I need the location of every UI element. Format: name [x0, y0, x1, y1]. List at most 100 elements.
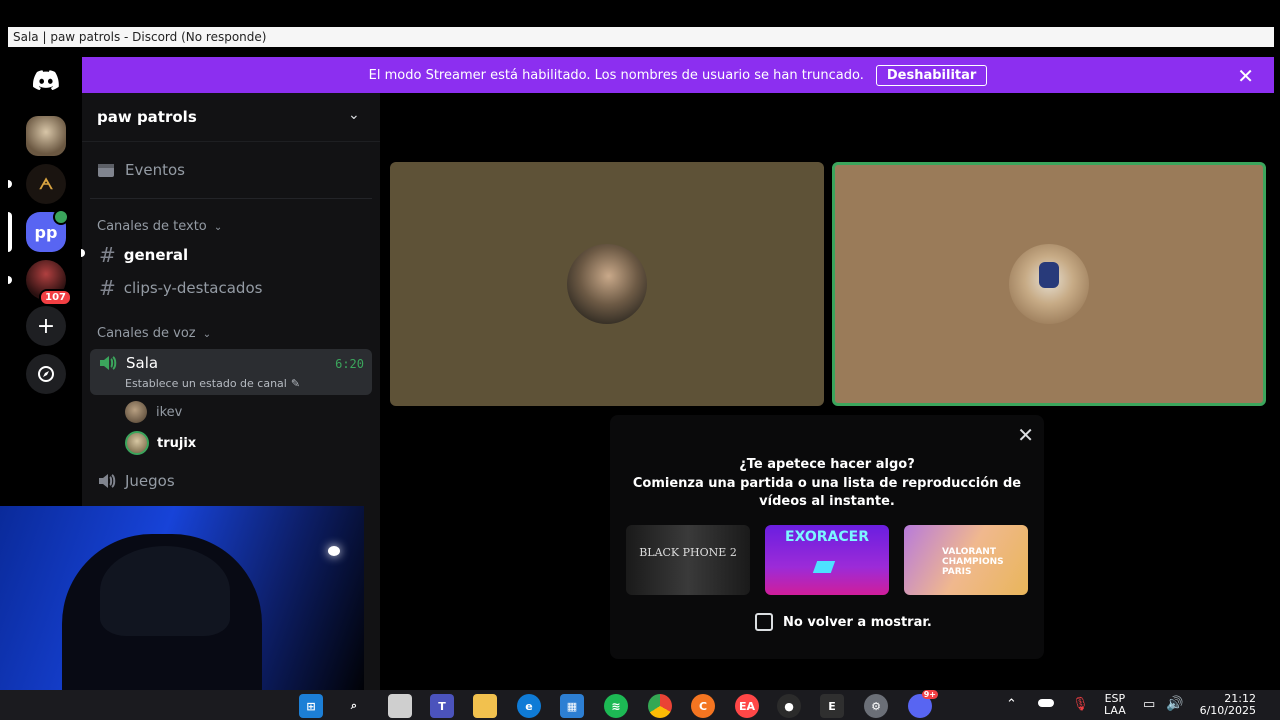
participant-tile-speaking[interactable] [832, 162, 1266, 406]
pencil-icon: ✎ [290, 377, 301, 390]
server-initials: pp [34, 222, 58, 242]
events-label: Eventos [125, 161, 185, 179]
checkbox[interactable] [755, 613, 773, 631]
channel-general[interactable]: # general [99, 243, 188, 267]
server-icon-red[interactable]: 107 [26, 260, 72, 306]
chevron-down-icon: ⌄ [202, 329, 212, 340]
edge-icon[interactable]: e [517, 694, 541, 718]
avatar [125, 431, 149, 455]
file-explorer-icon[interactable] [473, 694, 497, 718]
store-icon[interactable]: ▦ [560, 694, 584, 718]
events-item[interactable]: Eventos [97, 161, 185, 179]
discord-taskbar-icon[interactable]: 9+ [908, 690, 938, 718]
plus-icon: + [36, 313, 56, 339]
lang-sub-label: LAA [1104, 704, 1126, 717]
microphone-icon[interactable]: 🎙 [1072, 697, 1089, 712]
mention-badge: 107 [39, 289, 72, 306]
search-icon[interactable]: ⌕ [342, 694, 366, 718]
game-black-phone[interactable]: BLACK PHONE 2 [626, 525, 750, 595]
channel-clips[interactable]: # clips-y-destacados [99, 276, 262, 300]
spotify-icon[interactable]: ≋ [604, 694, 628, 718]
voice-channel-juegos[interactable]: Juegos [97, 472, 175, 490]
unread-pill [8, 180, 12, 188]
gold-emblem-icon: ᗅ [38, 175, 54, 193]
chevron-up-icon[interactable]: ⌃ [1006, 697, 1017, 712]
server-icon-paw-patrols[interactable]: pp [26, 209, 69, 252]
channel-label: clips-y-destacados [123, 279, 263, 297]
server-icon-avatar[interactable] [26, 116, 66, 156]
voice-timer: 6:20 [335, 357, 364, 371]
voice-channel-sala[interactable]: Sala 6:20 Establece un estado de canal ✎ [90, 349, 372, 395]
voice-category-label: Canales de voz [97, 326, 196, 341]
start-icon[interactable]: ⊞ [299, 694, 323, 718]
speaker-icon [99, 474, 116, 488]
participant-tile[interactable] [390, 162, 824, 406]
unread-pill-2 [8, 276, 12, 284]
voice-user[interactable]: trujix [125, 431, 196, 455]
hash-icon: # [99, 243, 116, 267]
language-indicator[interactable]: ESP LAA [1104, 693, 1126, 717]
epic-games-icon[interactable]: E [820, 694, 844, 718]
text-category[interactable]: Canales de texto ⌄ [97, 219, 222, 234]
activity-prompt: ✕ ¿Te apetece hacer algo? Comienza una p… [610, 415, 1044, 659]
channel-label: general [123, 246, 189, 264]
avatar [125, 401, 147, 423]
clock[interactable]: 21:12 6/10/2025 [1198, 693, 1256, 717]
voice-user[interactable]: ikev [125, 401, 182, 423]
text-category-label: Canales de texto [97, 219, 207, 234]
game-exoracer[interactable]: EXORACER [765, 525, 889, 595]
settings-icon[interactable]: ⚙ [864, 694, 888, 718]
activity-body: Comienza una partida o una lista de repr… [632, 476, 1022, 509]
car-shape [812, 561, 836, 573]
server-name[interactable]: paw patrols [97, 108, 197, 126]
divider [82, 141, 380, 142]
discord-logo-icon [33, 70, 59, 90]
date-label: 6/10/2025 [1199, 704, 1256, 717]
chevron-down-icon: ⌄ [213, 222, 223, 233]
close-banner-icon[interactable]: ✕ [1237, 64, 1254, 88]
server-icon-gold[interactable]: ᗅ [26, 164, 66, 204]
chrome-icon[interactable] [648, 694, 672, 718]
unread-indicator [81, 249, 85, 257]
voice-username: ikev [156, 404, 183, 420]
avatar [567, 244, 647, 324]
voice-channel-label: Juegos [125, 472, 175, 490]
voice-stage: ✕ ¿Te apetece hacer algo? Comienza una p… [380, 93, 1274, 690]
calendar-icon [98, 164, 114, 177]
hash-icon: # [99, 276, 116, 300]
discover-button[interactable] [26, 354, 66, 394]
ea-icon[interactable]: EA [735, 694, 759, 718]
channel-status-label: Establece un estado de canal [125, 377, 287, 390]
task-view-icon[interactable] [388, 694, 412, 718]
network-icon[interactable]: ▭ [1143, 697, 1155, 712]
discord-home-button[interactable] [26, 60, 66, 100]
divider [90, 198, 372, 199]
obs-icon[interactable]: ● [777, 694, 801, 718]
window-titlebar: Sala | paw patrols - Discord (No respond… [8, 27, 1274, 47]
voice-username: trujix [157, 435, 197, 451]
channel-status-button[interactable]: Establece un estado de canal ✎ [125, 377, 300, 390]
cloud-icon[interactable] [1038, 699, 1054, 707]
close-icon[interactable]: ✕ [1017, 423, 1034, 447]
add-server-button[interactable]: + [26, 306, 66, 346]
volume-icon[interactable]: 🔊 [1166, 696, 1183, 712]
compass-icon [38, 366, 54, 382]
avatar [1009, 244, 1089, 324]
speaker-icon [100, 356, 117, 370]
activity-title: ¿Te apetece hacer algo? [739, 457, 915, 472]
webcam-overlay [0, 506, 364, 710]
banner-message: El modo Streamer está habilitado. Los no… [368, 67, 864, 83]
voice-channel-label: Sala [126, 354, 159, 372]
notification-badge: 9+ [921, 690, 938, 699]
game-valorant[interactable]: VALORANT CHAMPIONS PARIS [904, 525, 1028, 595]
teams-icon[interactable]: T [430, 694, 454, 718]
voice-category[interactable]: Canales de voz ⌄ [97, 326, 211, 341]
disable-streamer-button[interactable]: Deshabilitar [875, 64, 988, 86]
chevron-down-icon[interactable]: ⌄ [348, 107, 360, 123]
active-server-pill [8, 212, 12, 252]
streamer-mode-banner: El modo Streamer está habilitado. Los no… [82, 57, 1274, 93]
dont-show-again[interactable]: No volver a mostrar. [755, 613, 932, 631]
crunchyroll-icon[interactable]: C [691, 694, 715, 718]
game-title: EXORACER [785, 529, 869, 545]
light-spot [328, 546, 340, 556]
